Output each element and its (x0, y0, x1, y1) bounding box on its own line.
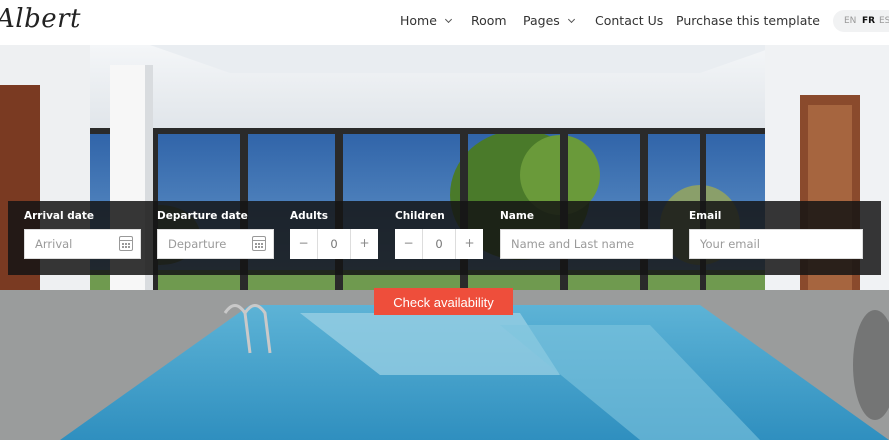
site-header: Albert Home Room Pages Contact Us Purcha… (0, 0, 889, 45)
adults-label: Adults (290, 210, 328, 222)
chevron-down-icon (444, 15, 452, 24)
lang-es[interactable]: ES (879, 16, 889, 26)
adults-increment-button[interactable]: + (350, 229, 378, 259)
children-label: Children (395, 210, 445, 222)
adults-decrement-button[interactable]: − (290, 229, 318, 259)
email-input[interactable]: Your email (689, 229, 863, 259)
nav-label-contact: Contact Us (595, 13, 664, 28)
departure-placeholder: Departure (168, 237, 227, 251)
nav-label-room: Room (471, 13, 507, 28)
lang-en[interactable]: EN (844, 16, 856, 26)
name-placeholder: Name and Last name (511, 237, 635, 251)
check-availability-button[interactable]: Check availability (374, 288, 513, 315)
nav-item-room[interactable]: Room (471, 13, 507, 28)
language-switcher: EN FR ES (833, 10, 889, 32)
nav-item-contact[interactable]: Contact Us (595, 13, 663, 28)
nav-item-home[interactable]: Home (400, 13, 452, 28)
name-input[interactable]: Name and Last name (500, 229, 673, 259)
booking-form: Arrival date Arrival Departure date Depa… (8, 201, 881, 275)
calendar-icon[interactable] (252, 236, 266, 251)
chevron-down-icon (567, 15, 575, 24)
logo[interactable]: Albert (0, 4, 81, 34)
adults-value[interactable]: 0 (317, 229, 351, 259)
email-placeholder: Your email (700, 237, 760, 251)
lang-fr[interactable]: FR (862, 16, 875, 26)
email-label: Email (689, 210, 722, 222)
arrival-date-input[interactable]: Arrival (24, 229, 141, 259)
calendar-icon[interactable] (119, 236, 133, 251)
departure-date-input[interactable]: Departure (157, 229, 274, 259)
children-decrement-button[interactable]: − (395, 229, 423, 259)
nav-label-pages: Pages (523, 13, 560, 28)
departure-label: Departure date (157, 210, 248, 222)
name-label: Name (500, 210, 534, 222)
arrival-placeholder: Arrival (35, 237, 73, 251)
arrival-label: Arrival date (24, 210, 95, 222)
nav-label-home: Home (400, 13, 437, 28)
children-stepper: − 0 + (395, 229, 483, 259)
children-value[interactable]: 0 (422, 229, 456, 259)
nav-item-purchase[interactable]: Purchase this template (676, 13, 820, 28)
children-increment-button[interactable]: + (455, 229, 483, 259)
nav-label-purchase: Purchase this template (676, 13, 820, 28)
nav-item-pages[interactable]: Pages (523, 13, 575, 28)
adults-stepper: − 0 + (290, 229, 378, 259)
